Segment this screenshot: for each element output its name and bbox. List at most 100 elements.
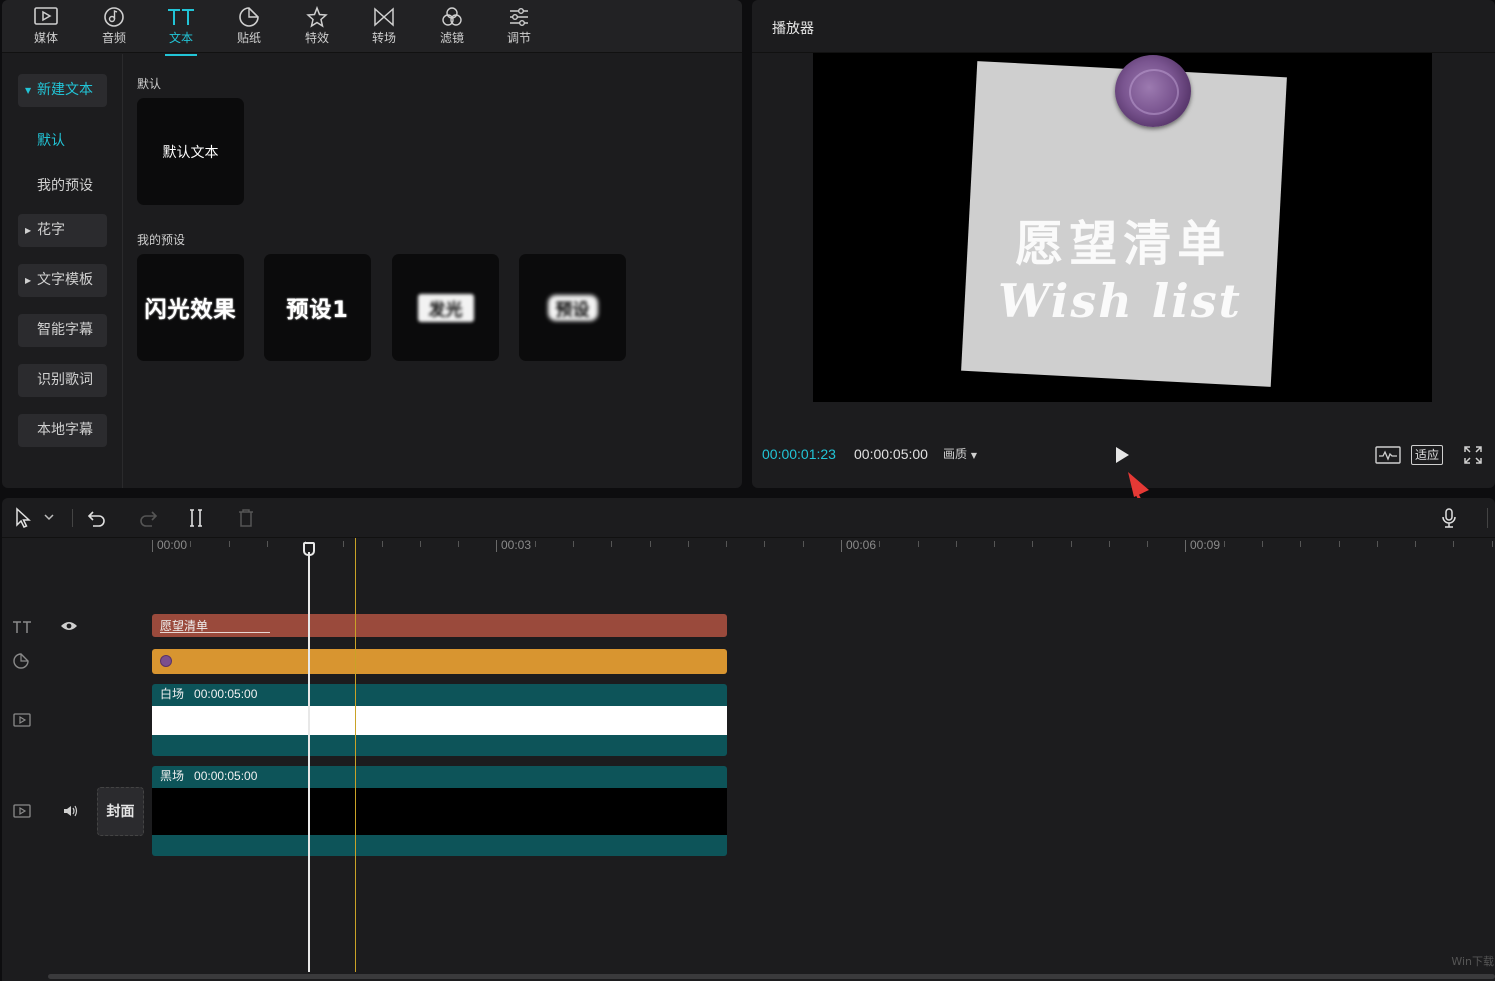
split-icon[interactable] xyxy=(187,507,205,529)
text-animation-line xyxy=(160,632,270,633)
preview-title-text: 愿望清单 xyxy=(1015,215,1232,272)
preview-subtitle-text: Wish list xyxy=(998,273,1242,328)
chevron-down-icon[interactable] xyxy=(43,512,55,522)
speaker-icon[interactable] xyxy=(62,804,80,818)
fit-button[interactable]: 适应 xyxy=(1411,445,1443,465)
tab-effects[interactable]: 特效 xyxy=(289,4,345,52)
nav-local-captions-label: 本地字幕 xyxy=(37,422,93,438)
toolbar-divider xyxy=(1487,508,1488,528)
tab-text[interactable]: 文本 xyxy=(153,4,209,56)
ruler-tick xyxy=(266,541,268,547)
nav-text-templates[interactable]: ▶ 文字模板 xyxy=(18,264,107,297)
tab-media[interactable]: 媒体 xyxy=(18,4,74,52)
nav-fancy-text[interactable]: ▶ 花字 xyxy=(18,214,107,247)
caret-right-icon: ▶ xyxy=(25,226,32,235)
ruler-tick xyxy=(726,541,728,547)
ruler-tick xyxy=(1376,541,1378,547)
preset-card-preset[interactable]: 预设 xyxy=(519,254,626,361)
nav-my-presets[interactable]: 我的预设 xyxy=(37,175,93,195)
quality-dropdown[interactable]: 画质 ▼ xyxy=(943,445,977,462)
preset-card-preset1[interactable]: 预设1 xyxy=(264,254,371,361)
text-category-nav: ▼ 新建文本 默认 我的预设 ▶ 花字 ▶ 文字模板 智能字幕 识别歌词 本地字… xyxy=(2,54,123,488)
main-video-track-icon xyxy=(13,804,31,818)
timeline-panel: 00:00 00:03 00:06 00:09 封面 愿望清单 白场 00:00:… xyxy=(2,498,1495,981)
white-clip-name: 白场 xyxy=(160,687,185,701)
text-clip[interactable]: 愿望清单 xyxy=(152,614,727,637)
playhead-line xyxy=(308,552,310,972)
sticker-clip[interactable] xyxy=(152,649,727,674)
nav-new-text[interactable]: ▼ 新建文本 xyxy=(18,74,107,107)
black-video-clip[interactable]: 黑场 00:00:05:00 xyxy=(152,766,727,856)
ruler-tick xyxy=(343,541,345,547)
tab-adjust-label: 调节 xyxy=(506,31,531,45)
ruler-tick xyxy=(687,541,689,547)
audio-icon xyxy=(104,7,124,27)
preset-card-preset1-label: 预设1 xyxy=(286,297,349,323)
player-title: 播放器 xyxy=(772,21,814,37)
sticker-track-icon xyxy=(13,653,29,669)
preset-card-flash-label: 闪光效果 xyxy=(144,297,237,323)
cover-button[interactable]: 封面 xyxy=(97,787,144,836)
caret-down-icon: ▼ xyxy=(25,86,32,95)
select-cursor-icon[interactable] xyxy=(14,507,32,529)
undo-icon[interactable] xyxy=(87,507,107,529)
ruler-tick xyxy=(955,541,957,547)
ruler-tick xyxy=(534,541,536,547)
chevron-down-icon: ▼ xyxy=(970,451,977,460)
play-button[interactable] xyxy=(1114,446,1130,464)
horizontal-scrollbar[interactable] xyxy=(48,974,1495,979)
black-clip-duration: 00:00:05:00 xyxy=(194,769,258,783)
ruler-tick xyxy=(611,541,613,547)
default-text-card[interactable]: 默认文本 xyxy=(137,98,244,205)
waveform-icon[interactable] xyxy=(1375,445,1401,465)
ruler-tick xyxy=(190,541,192,547)
fullscreen-icon[interactable] xyxy=(1463,445,1483,465)
ruler-tick xyxy=(1070,541,1072,547)
caret-right-icon: ▶ xyxy=(25,276,32,285)
ruler-tick xyxy=(1300,541,1302,547)
nav-local-captions[interactable]: 本地字幕 xyxy=(18,414,107,447)
tab-sticker[interactable]: 贴纸 xyxy=(221,4,277,52)
nav-default[interactable]: 默认 xyxy=(37,130,65,150)
adjust-icon xyxy=(510,8,528,26)
total-time: 00:00:05:00 xyxy=(854,446,928,462)
ruler-mark-3: 00:03 xyxy=(496,539,531,552)
tab-transition[interactable]: 转场 xyxy=(356,4,412,52)
ruler-tick xyxy=(917,541,919,547)
text-icon xyxy=(168,9,194,25)
tab-adjust[interactable]: 调节 xyxy=(491,4,547,52)
preset-card-glow-label: 发光 xyxy=(428,300,463,320)
ruler-tick xyxy=(573,541,575,547)
playhead[interactable] xyxy=(303,542,315,972)
player-panel: 播放器 愿望清单 Wish list 00:00:01:23 00:00:05:… xyxy=(752,0,1495,488)
video-preview[interactable]: 愿望清单 Wish list xyxy=(813,53,1432,402)
nav-new-text-label: 新建文本 xyxy=(37,82,93,98)
media-icon xyxy=(34,7,58,25)
tab-effects-label: 特效 xyxy=(304,31,329,45)
nav-auto-captions-label: 智能字幕 xyxy=(37,322,93,338)
timeline-toolbar xyxy=(2,498,1495,538)
delete-icon[interactable] xyxy=(237,507,255,529)
preset-card-flash[interactable]: 闪光效果 xyxy=(137,254,244,361)
nav-recognize-lyrics[interactable]: 识别歌词 xyxy=(18,364,107,397)
toolbar-divider xyxy=(72,509,73,527)
microphone-icon[interactable] xyxy=(1439,507,1459,529)
eye-icon[interactable] xyxy=(60,619,78,633)
white-video-clip[interactable]: 白场 00:00:05:00 xyxy=(152,684,727,756)
video-track-icon xyxy=(13,713,31,727)
preset-card-glow[interactable]: 发光 xyxy=(392,254,499,361)
materials-panel: 媒体 音频 文本 贴纸 特效 转场 滤镜 调节 ▼ 新建文本 默认 我的预设 ▶… xyxy=(2,0,742,488)
preview-position-line xyxy=(355,538,356,972)
wax-seal-thumbnail xyxy=(160,655,172,667)
ruler-tick xyxy=(458,541,460,547)
tab-filter[interactable]: 滤镜 xyxy=(424,4,480,52)
ruler-tick xyxy=(994,541,996,547)
ruler-mark-9: 00:09 xyxy=(1185,539,1220,552)
tab-audio[interactable]: 音频 xyxy=(86,4,142,52)
black-clip-header: 黑场 00:00:05:00 xyxy=(152,766,727,788)
watermark: Win下载 xyxy=(1451,955,1494,968)
default-section-title: 默认 xyxy=(137,77,162,91)
time-ruler[interactable]: 00:00 00:03 00:06 00:09 xyxy=(2,538,1495,558)
nav-auto-captions[interactable]: 智能字幕 xyxy=(18,314,107,347)
redo-icon[interactable] xyxy=(138,507,158,529)
